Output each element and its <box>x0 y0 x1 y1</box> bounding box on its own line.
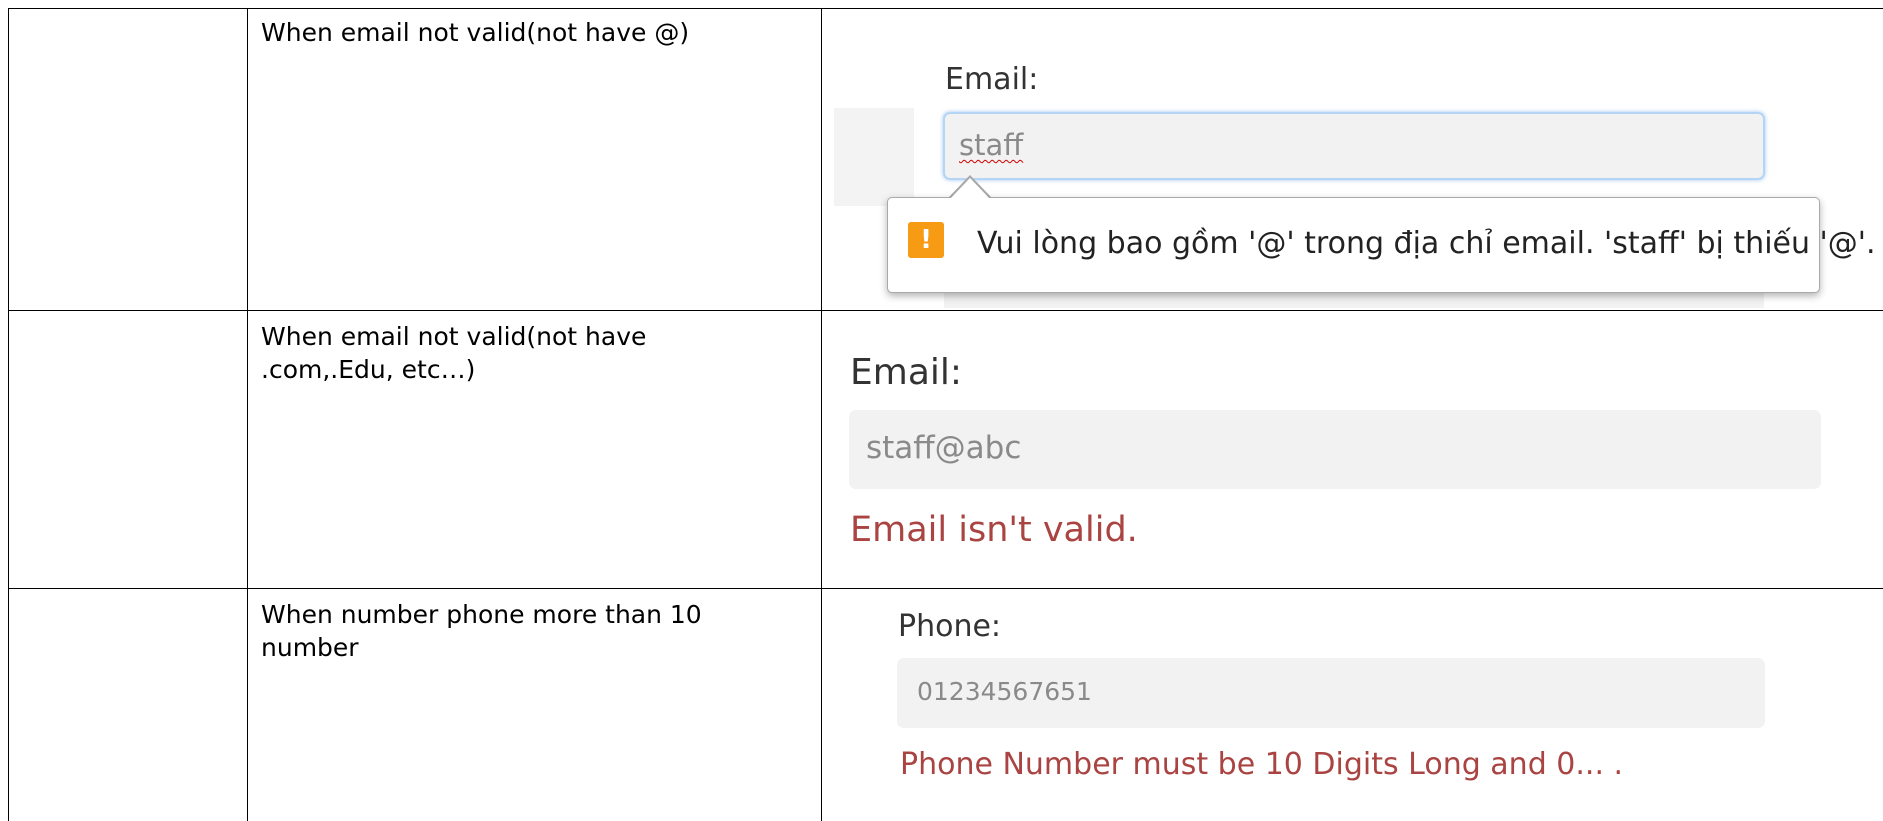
row3-description-line2: number <box>261 633 359 662</box>
phone-label: Phone: <box>898 609 1002 644</box>
table-border-left <box>8 8 9 821</box>
email-value: staff <box>959 128 1024 162</box>
email-label: Email: <box>945 62 1039 97</box>
table-border-top <box>8 8 1883 9</box>
phone-input[interactable]: 01234567651 <box>897 658 1765 728</box>
exclamation-icon: ! <box>908 222 944 258</box>
email-label: Email: <box>850 352 963 393</box>
background-panel <box>834 108 914 206</box>
column-divider-1 <box>247 8 248 821</box>
phone-error-message: Phone Number must be 10 Digits Long and … <box>900 747 1624 782</box>
row2-description-line1: When email not valid(not have <box>261 322 647 351</box>
column-divider-2 <box>821 8 822 821</box>
validation-tooltip: ! Vui lòng bao gồm '@' trong địa chỉ ema… <box>887 197 1876 293</box>
tooltip-message: Vui lòng bao gồm '@' trong địa chỉ email… <box>977 226 1876 261</box>
row2-description: When email not valid(not have .com,.Edu,… <box>261 320 646 386</box>
row-divider-1 <box>8 310 1883 311</box>
email-input[interactable]: staff <box>943 112 1765 180</box>
row1-description: When email not valid(not have @) <box>261 18 690 47</box>
row3-description: When number phone more than 10 number <box>261 598 702 664</box>
row-divider-2 <box>8 588 1883 589</box>
email-error-message: Email isn't valid. <box>850 510 1138 550</box>
email-input[interactable]: staff@abc <box>849 410 1821 489</box>
row2-description-line2: .com,.Edu, etc…) <box>261 355 476 384</box>
tooltip-arrow-fill <box>950 178 990 199</box>
row3-description-line1: When number phone more than 10 <box>261 600 702 629</box>
